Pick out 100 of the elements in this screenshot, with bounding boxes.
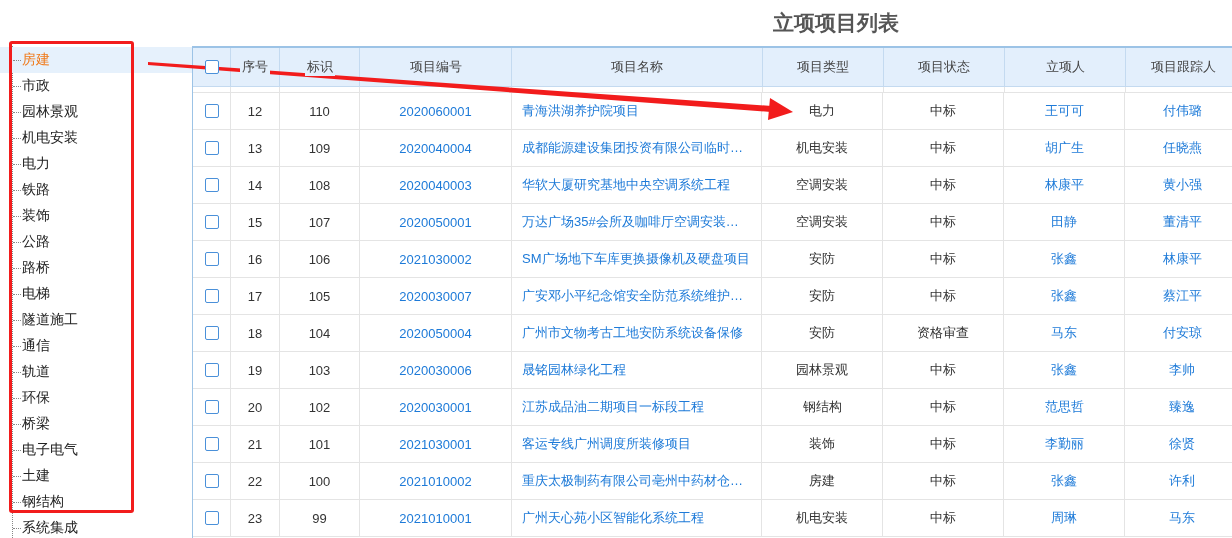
- table-cell: 110: [309, 103, 330, 119]
- tree-item[interactable]: 电梯: [0, 281, 192, 307]
- table-link[interactable]: 2020060001: [399, 103, 472, 119]
- table-link[interactable]: 周琳: [1051, 509, 1077, 527]
- table-link[interactable]: 张鑫: [1051, 287, 1077, 305]
- row-checkbox[interactable]: [204, 178, 219, 192]
- tree-item[interactable]: 钢结构: [0, 489, 192, 515]
- table-link[interactable]: 马东: [1169, 509, 1195, 527]
- tree-item[interactable]: 通信: [0, 333, 192, 359]
- table-link[interactable]: 2021010002: [399, 473, 472, 489]
- table-link[interactable]: SM广场地下车库更换摄像机及硬盘项目: [522, 250, 750, 268]
- row-checkbox[interactable]: [204, 400, 219, 414]
- tree-item[interactable]: 机电安装: [0, 125, 192, 151]
- tree-item[interactable]: 环保: [0, 385, 192, 411]
- table-cell: 101: [308, 436, 331, 452]
- table-cell: 空调安装: [796, 213, 848, 231]
- table-cell: 100: [308, 473, 331, 489]
- tree-item[interactable]: 隧道施工: [0, 307, 192, 333]
- table-link[interactable]: 马东: [1051, 324, 1077, 342]
- row-checkbox[interactable]: [204, 511, 219, 525]
- table-link[interactable]: 张鑫: [1051, 472, 1077, 490]
- tree-item[interactable]: 铁路: [0, 177, 192, 203]
- table-link[interactable]: 付安琼: [1162, 324, 1202, 342]
- table-link[interactable]: 臻逸: [1169, 398, 1195, 416]
- table-link[interactable]: 重庆太极制药有限公司亳州中药材仓…: [522, 472, 743, 490]
- table-link[interactable]: 许利: [1169, 472, 1195, 490]
- table-link[interactable]: 2020030006: [399, 362, 472, 378]
- tree-item[interactable]: 轨道: [0, 359, 192, 385]
- table-cell: 资格审查: [917, 324, 969, 342]
- table-link[interactable]: 王可可: [1044, 102, 1084, 120]
- column-header: 标识: [304, 58, 335, 76]
- tree-item[interactable]: 园林景观: [0, 99, 192, 125]
- table-cell: 109: [308, 140, 331, 156]
- row-checkbox[interactable]: [204, 104, 219, 118]
- table-link[interactable]: 万达广场35#会所及咖啡厅空调安装…: [522, 213, 739, 231]
- table-link[interactable]: 成都能源建设集团投资有限公司临时…: [522, 139, 743, 157]
- table-cell: 装饰: [809, 435, 835, 453]
- table-link[interactable]: 蔡江平: [1162, 287, 1202, 305]
- table-link[interactable]: 任晓燕: [1162, 139, 1202, 157]
- tree-item[interactable]: 系统集成: [0, 515, 192, 538]
- table-link[interactable]: 2020050001: [399, 214, 472, 230]
- table-link[interactable]: 李勤丽: [1044, 435, 1084, 453]
- table-link[interactable]: 林康平: [1044, 176, 1084, 194]
- table-cell: 中标: [930, 176, 956, 194]
- table-link[interactable]: 田静: [1051, 213, 1077, 231]
- table-link[interactable]: 2020030007: [399, 288, 472, 304]
- table-link[interactable]: 广安邓小平纪念馆安全防范系统维护…: [522, 287, 743, 305]
- table-link[interactable]: 黄小强: [1162, 176, 1202, 194]
- table-link[interactable]: 付伟璐: [1162, 102, 1202, 120]
- table-link[interactable]: 客运专线广州调度所装修项目: [522, 435, 691, 453]
- table-link[interactable]: 林康平: [1162, 250, 1202, 268]
- table-link[interactable]: 青海洪湖养护院项目: [522, 102, 639, 120]
- table-link[interactable]: 2020040003: [399, 177, 472, 193]
- select-all-checkbox[interactable]: [204, 60, 219, 74]
- table-link[interactable]: 广州天心苑小区智能化系统工程: [522, 509, 704, 527]
- row-checkbox[interactable]: [204, 252, 219, 266]
- table-link[interactable]: 2020040004: [399, 140, 472, 156]
- column-header: 立项人: [1043, 58, 1087, 76]
- tree-item[interactable]: 装饰: [0, 203, 192, 229]
- table-cell: 23: [247, 510, 263, 526]
- row-checkbox[interactable]: [204, 289, 219, 303]
- table-link[interactable]: 晟铭园林绿化工程: [522, 361, 626, 379]
- table-cell: 18: [247, 325, 263, 341]
- row-checkbox[interactable]: [204, 474, 219, 488]
- table-link[interactable]: 李帅: [1169, 361, 1195, 379]
- table-cell: 中标: [930, 509, 956, 527]
- tree-item[interactable]: 公路: [0, 229, 192, 255]
- table-link[interactable]: 张鑫: [1051, 250, 1077, 268]
- table-cell: 107: [308, 214, 331, 230]
- table-link[interactable]: 2020030001: [399, 399, 472, 415]
- table-link[interactable]: 胡广生: [1044, 139, 1084, 157]
- table-cell: 104: [308, 325, 331, 341]
- row-checkbox[interactable]: [204, 363, 219, 377]
- table-cell: 机电安装: [796, 509, 848, 527]
- row-checkbox[interactable]: [204, 215, 219, 229]
- table-link[interactable]: 2021030001: [399, 436, 472, 452]
- table-link[interactable]: 华软大厦研究基地中央空调系统工程: [522, 176, 730, 194]
- row-checkbox[interactable]: [204, 326, 219, 340]
- column-header: 项目状态: [916, 58, 972, 76]
- table-link[interactable]: 张鑫: [1051, 361, 1077, 379]
- row-checkbox[interactable]: [204, 437, 219, 451]
- table-link[interactable]: 江苏成品油二期项目一标段工程: [522, 398, 704, 416]
- table-link[interactable]: 徐贤: [1169, 435, 1195, 453]
- table-cell: 中标: [930, 287, 956, 305]
- tree-item[interactable]: 路桥: [0, 255, 192, 281]
- tree-item[interactable]: 市政: [0, 73, 192, 99]
- table-link[interactable]: 范思哲: [1044, 398, 1084, 416]
- row-checkbox[interactable]: [204, 141, 219, 155]
- tree-item[interactable]: 电力: [0, 151, 192, 177]
- table-cell: 机电安装: [796, 139, 848, 157]
- table-link[interactable]: 董清平: [1162, 213, 1202, 231]
- table-cell: 22: [247, 473, 263, 489]
- tree-item[interactable]: 电子电气: [0, 437, 192, 463]
- table-link[interactable]: 2021010001: [399, 510, 472, 526]
- tree-item[interactable]: 桥梁: [0, 411, 192, 437]
- table-link[interactable]: 2020050004: [399, 325, 472, 341]
- tree-item[interactable]: 土建: [0, 463, 192, 489]
- table-link[interactable]: 2021030002: [399, 251, 472, 267]
- table-link[interactable]: 广州市文物考古工地安防系统设备保修: [522, 324, 743, 342]
- tree-item[interactable]: 房建: [0, 47, 192, 73]
